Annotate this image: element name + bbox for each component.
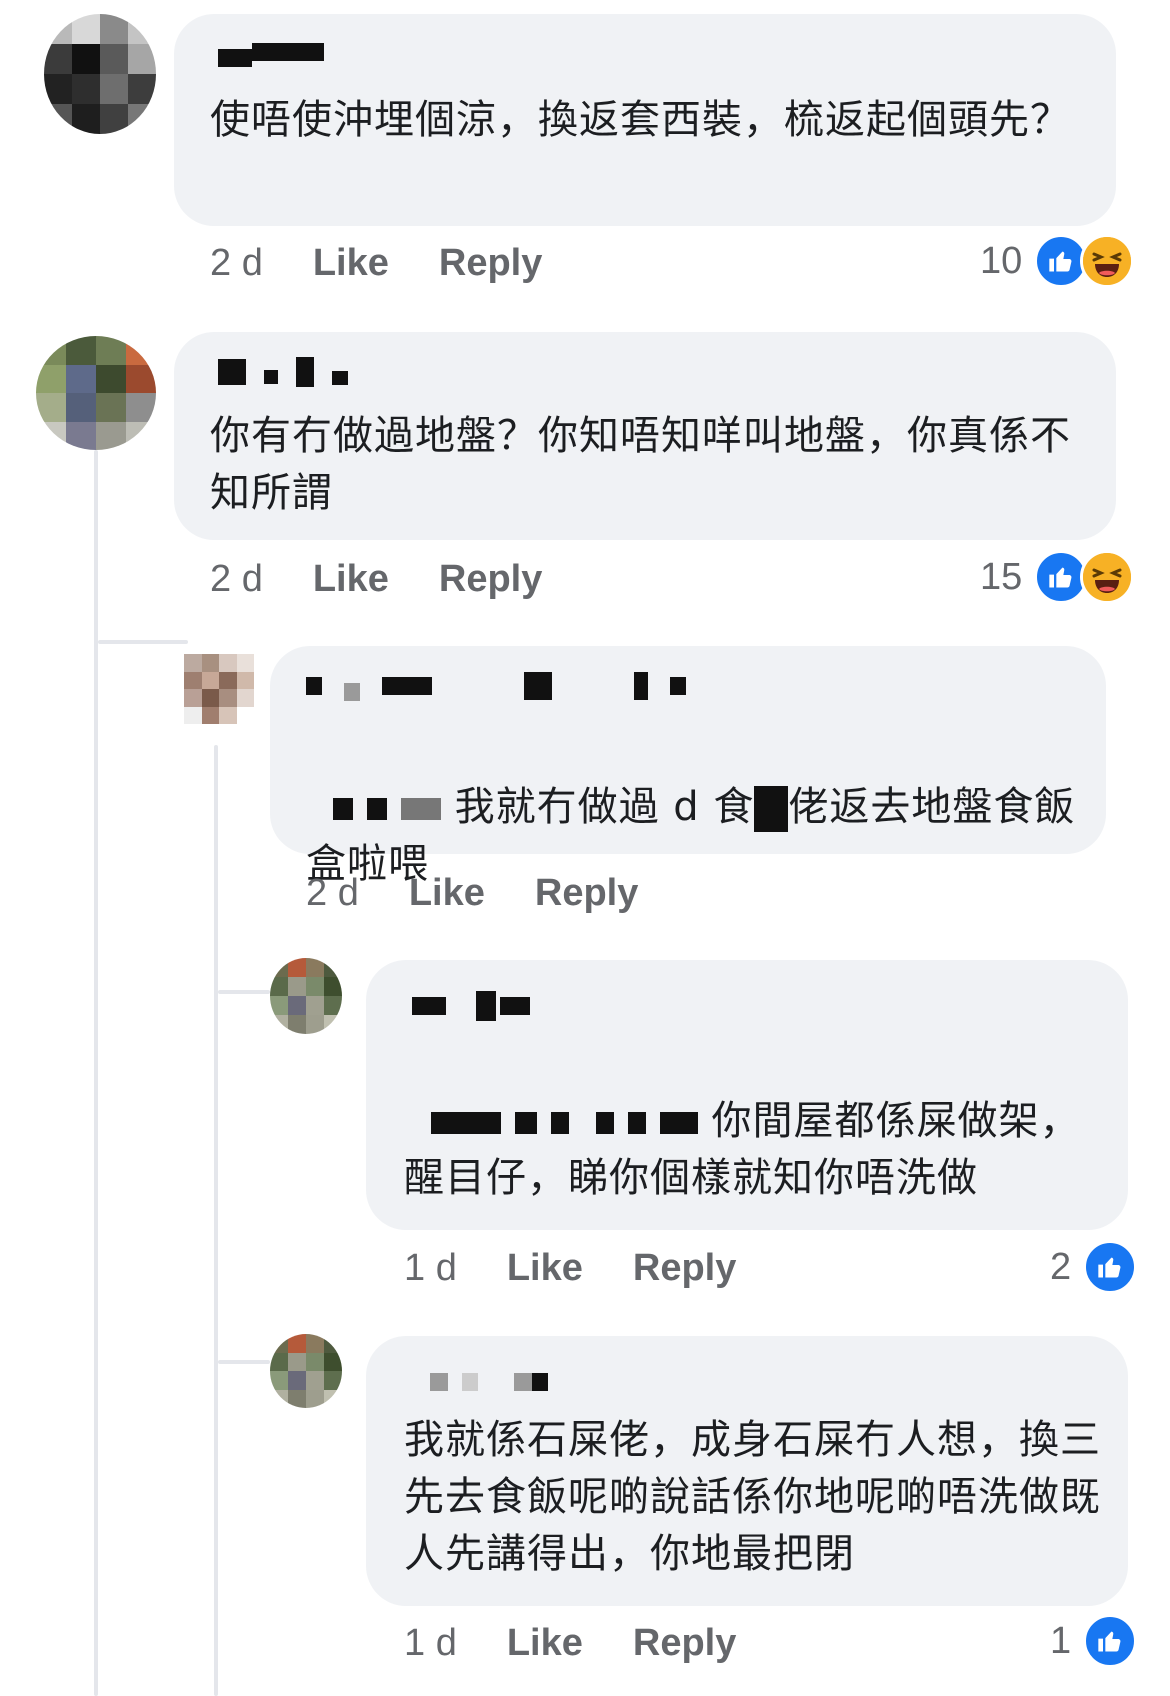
reaction-count: 15 <box>980 555 1023 598</box>
mention-redacted[interactable] <box>431 1098 698 1144</box>
comment-actions: 2 d Like Reply <box>306 872 638 915</box>
comment-text: 我就係石屎佬，成身石屎冇人想，換三先去食飯呢啲說話係你地呢啲唔洗做既人先講得出，… <box>404 1417 1101 1577</box>
reaction-count: 2 <box>1050 1245 1072 1288</box>
reaction-count: 10 <box>980 239 1023 282</box>
reply-button[interactable]: Reply <box>439 558 542 601</box>
commenter-name-redacted[interactable] <box>306 672 686 701</box>
comment-actions: 2 d Like Reply <box>210 558 542 601</box>
comment-actions: 2 d Like Reply <box>210 242 542 285</box>
avatar[interactable] <box>270 1334 342 1408</box>
comment-age[interactable]: 1 d <box>404 1622 457 1665</box>
mention-redacted[interactable] <box>333 784 441 830</box>
thread-line-elbow <box>218 1360 270 1364</box>
reply-button[interactable]: Reply <box>439 242 542 285</box>
comment-text: 我就冇做過 d 食佬返去地盤食飯盒啦喂 <box>306 722 1086 893</box>
avatar[interactable] <box>44 14 156 134</box>
like-button[interactable]: Like <box>507 1622 583 1665</box>
like-button[interactable]: Like <box>507 1247 583 1290</box>
like-icon <box>1083 1240 1138 1294</box>
thread-line-nested <box>214 745 218 1696</box>
avatar[interactable] <box>270 958 342 1034</box>
comment-text: 你有冇做過地盤？你知唔知咩叫地盤，你真係不知所謂 <box>210 413 1071 516</box>
comment-text: 你間屋都係屎做架，醒目仔，睇你個樣就知你唔洗做 <box>404 1036 1104 1207</box>
commenter-name-redacted[interactable] <box>430 1372 548 1392</box>
reaction-summary[interactable]: 15 <box>980 550 1135 604</box>
commenter-name-redacted[interactable] <box>218 357 348 387</box>
like-button[interactable]: Like <box>313 242 389 285</box>
comment-actions: 1 d Like Reply <box>404 1622 736 1665</box>
avatar[interactable] <box>36 336 156 450</box>
commenter-name-redacted[interactable] <box>218 42 324 67</box>
commenter-name-redacted[interactable] <box>412 991 530 1021</box>
redacted-word <box>754 786 789 832</box>
like-button[interactable]: Like <box>313 558 389 601</box>
comment-age[interactable]: 1 d <box>404 1247 457 1290</box>
comment-age[interactable]: 2 d <box>210 558 263 601</box>
reply-text-part: 我就冇做過 d 食 <box>454 784 755 830</box>
reaction-summary[interactable]: 10 <box>980 234 1135 288</box>
reaction-count: 1 <box>1050 1619 1072 1662</box>
avatar[interactable] <box>184 654 254 724</box>
reply-button[interactable]: Reply <box>633 1247 736 1290</box>
thread-line-elbow <box>98 640 188 644</box>
reply-button[interactable]: Reply <box>535 872 638 915</box>
reaction-summary[interactable]: 1 <box>1050 1614 1138 1668</box>
reply-button[interactable]: Reply <box>633 1622 736 1665</box>
reaction-summary[interactable]: 2 <box>1050 1240 1138 1294</box>
like-icon <box>1083 1614 1138 1668</box>
like-button[interactable]: Like <box>409 872 485 915</box>
comment-age[interactable]: 2 d <box>210 242 263 285</box>
haha-icon <box>1080 550 1135 604</box>
haha-icon <box>1080 234 1135 288</box>
comment-actions: 1 d Like Reply <box>404 1247 736 1290</box>
comment-age[interactable]: 2 d <box>306 872 359 915</box>
thread-line-elbow <box>218 990 270 994</box>
thread-line <box>94 450 98 1696</box>
comment-text: 使唔使沖埋個涼，換返套西裝，梳返起個頭先？ <box>210 97 1071 143</box>
